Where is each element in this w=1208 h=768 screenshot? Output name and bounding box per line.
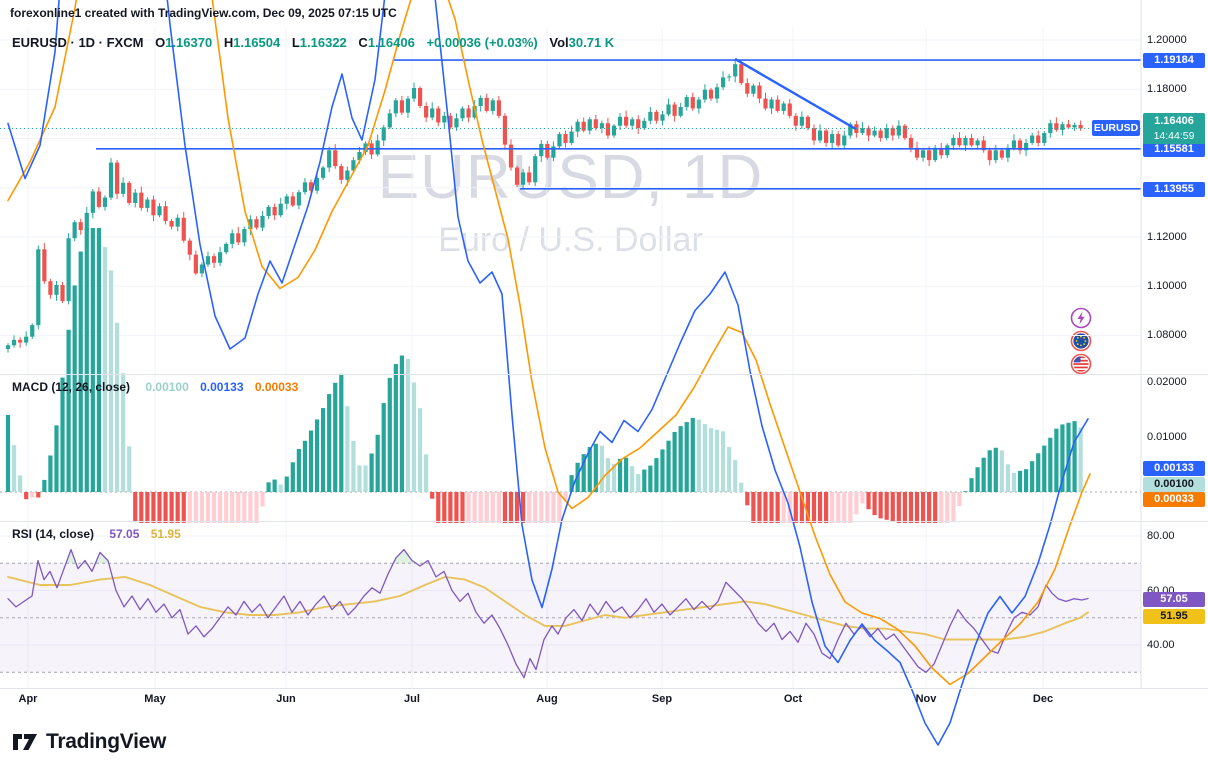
symbol-legend[interactable]: EURUSD · 1D · FXCM O1.16370 H1.16504 L1.…: [12, 35, 614, 50]
macd-title[interactable]: MACD (12, 26, close): [12, 380, 130, 394]
macd-histogram-value: 0.00100: [145, 380, 189, 394]
low-value: 1.16322: [299, 35, 347, 50]
attribution-text: forexonline1 created with TradingView.co…: [10, 6, 397, 20]
high-label: H: [223, 35, 234, 50]
macd-signal-value: 0.00033: [254, 380, 299, 394]
rsi-ma-value: 51.95: [150, 527, 181, 541]
volume-value: 30.71 K: [568, 35, 615, 50]
change-value: +0.00036 (+0.03%): [426, 35, 538, 50]
open-label: O: [155, 35, 166, 50]
macd-legend[interactable]: MACD (12, 26, close) 0.00100 0.00133 0.0…: [12, 380, 298, 394]
close-label: C: [358, 35, 368, 50]
rsi-value: 57.05: [109, 527, 140, 541]
tradingview-mark-icon: [13, 734, 37, 750]
rsi-panel: [0, 548, 1141, 679]
symbol-title[interactable]: EURUSD · 1D · FXCM: [12, 35, 143, 50]
tradingview-logo[interactable]: TradingView: [12, 730, 166, 754]
close-value: 1.16406: [367, 35, 415, 50]
candlestick-series: [5, 60, 1083, 353]
open-value: 1.16370: [165, 35, 213, 50]
rsi-legend[interactable]: RSI (14, close) 57.05 51.95: [12, 527, 181, 541]
macd-line-value: 0.00133: [200, 380, 244, 394]
low-label: L: [291, 35, 300, 50]
rsi-title[interactable]: RSI (14, close): [12, 527, 94, 541]
volume-label: Vol: [549, 35, 569, 50]
drawing-tools[interactable]: [0, 57, 1141, 190]
high-value: 1.16504: [233, 35, 281, 50]
brand-name: TradingView: [46, 730, 167, 753]
tradingview-chart-window: forexonline1 created with TradingView.co…: [0, 0, 1208, 768]
